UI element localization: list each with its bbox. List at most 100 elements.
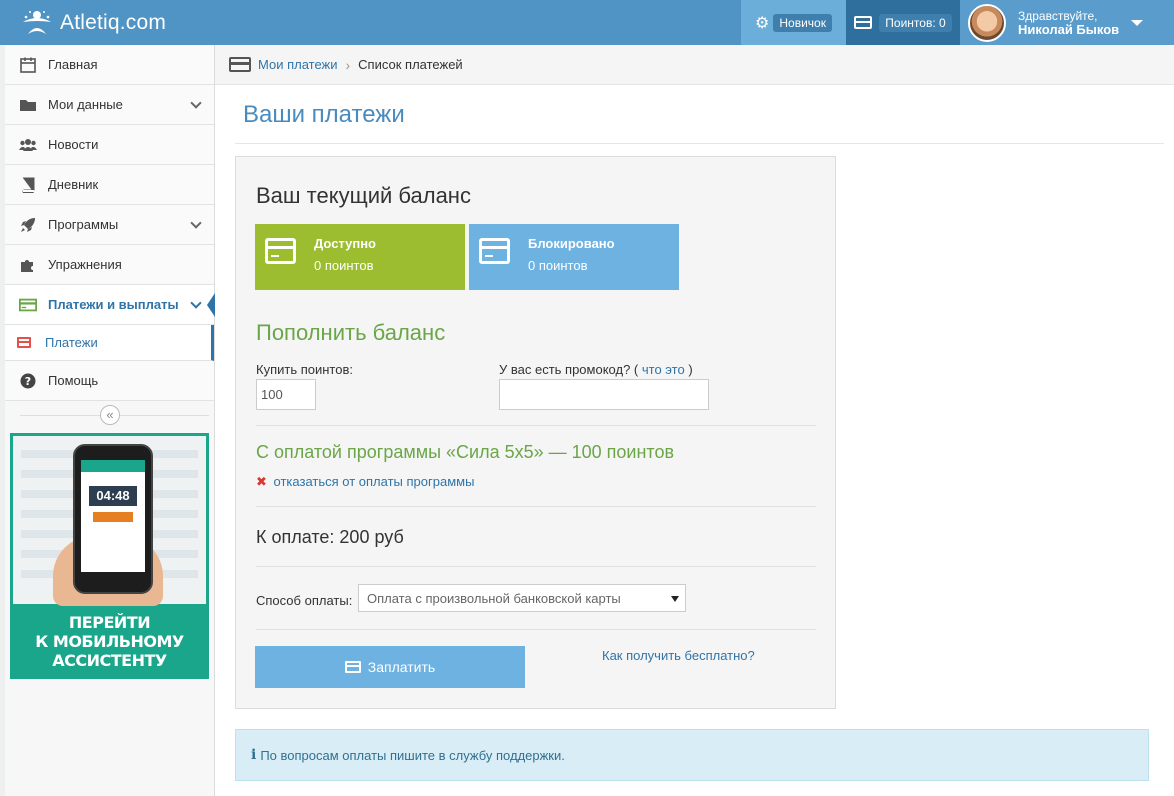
svg-text:?: ? <box>25 375 31 388</box>
divider <box>256 506 816 507</box>
sidebar-item-label: Главная <box>48 57 98 72</box>
sidebar-item-payments[interactable]: Платежи и выплаты <box>5 285 215 325</box>
page-title: Ваши платежи <box>243 101 405 128</box>
sidebar-item-label: Помощь <box>48 373 99 388</box>
payment-method-value: Оплата с произвольной банковской карты <box>367 590 621 606</box>
blocked-label: Блокировано <box>528 236 615 251</box>
sidebar-item-label: Платежи и выплаты <box>48 297 179 312</box>
logo-icon <box>23 11 51 34</box>
sidebar-item-exercises[interactable]: Упражнения <box>5 245 214 285</box>
banner-screenshot: 04:48 <box>13 436 206 606</box>
sidebar-item-help[interactable]: ? Помощь <box>5 361 214 401</box>
sidebar-item-programs[interactable]: Программы <box>5 205 214 245</box>
site-logo[interactable]: Atletiq.com <box>20 7 166 39</box>
credit-card-icon <box>344 661 361 673</box>
divider <box>256 425 816 426</box>
user-greeting: Здравствуйте, Николай Быков <box>1018 9 1119 37</box>
user-menu[interactable]: Здравствуйте, Николай Быков <box>960 0 1174 45</box>
chevron-down-icon <box>190 297 202 309</box>
buy-points-input[interactable] <box>256 379 316 410</box>
blocked-balance-tile: Блокировано 0 поинтов <box>469 224 679 290</box>
program-payment-text: С оплатой программы «Сила 5х5» — 100 пои… <box>256 442 675 462</box>
blocked-value: 0 поинтов <box>528 258 588 273</box>
breadcrumb-current: Список платежей <box>358 57 463 72</box>
book-icon <box>19 177 37 193</box>
payment-method-select[interactable]: Оплата с произвольной банковской карты <box>358 584 686 612</box>
sidebar: Главная Мои данные Новости Дневник Прогр… <box>5 45 215 796</box>
breadcrumb-parent-link[interactable]: Мои платежи <box>258 57 338 72</box>
support-info-alert: i По вопросам оплаты пишите в службу под… <box>235 729 1149 781</box>
banner-line: К МОБИЛЬНОМУ <box>35 632 184 651</box>
sidebar-item-label: Упражнения <box>48 257 122 272</box>
promo-code-input[interactable] <box>499 379 709 410</box>
payment-panel: Ваш текущий баланс Доступно 0 поинтов Бл… <box>235 156 836 709</box>
question-icon: ? <box>19 373 37 389</box>
credit-card-icon <box>479 238 510 264</box>
get-free-link[interactable]: Как получить бесплатно? <box>602 648 755 663</box>
caret-down-icon <box>1131 19 1144 26</box>
credit-card-icon <box>19 297 37 313</box>
double-chevron-left-icon[interactable]: « <box>100 405 120 425</box>
available-value: 0 поинтов <box>314 258 374 273</box>
level-badge: Новичок <box>773 13 832 32</box>
banner-line: АССИСТЕНТУ <box>52 651 167 670</box>
chevron-down-icon <box>190 97 202 109</box>
site-name: Atletiq.com <box>60 11 167 34</box>
promo-label: У вас есть промокод? ( что это ) <box>499 362 693 377</box>
cancel-link-text: отказаться от оплаты программы <box>273 474 475 489</box>
credit-card-icon <box>265 238 296 264</box>
calendar-icon <box>19 57 37 73</box>
divider <box>256 566 816 567</box>
available-label: Доступно <box>314 236 376 251</box>
user-name: Николай Быков <box>1018 21 1120 37</box>
top-bar: Atletiq.com ⚙ Новичок Поинтов: 0 Здравст… <box>0 0 1174 45</box>
main-content: Мои платежи › Список платежей Ваши плате… <box>215 45 1174 796</box>
promo-label-close: ) <box>688 362 693 377</box>
breadcrumb: Мои платежи › Список платежей <box>215 45 1174 85</box>
sidebar-item-label: Программы <box>48 217 119 232</box>
chevron-down-icon <box>190 217 202 229</box>
refill-title: Пополнить баланс <box>256 320 446 345</box>
divider <box>256 629 816 630</box>
points-button[interactable]: Поинтов: 0 <box>846 0 960 45</box>
credit-card-icon <box>17 337 31 348</box>
sidebar-subitem-payments[interactable]: Платежи <box>5 325 214 361</box>
divider <box>235 143 1164 144</box>
payment-method-label: Способ оплаты: <box>256 593 353 608</box>
points-badge: Поинтов: 0 <box>879 13 952 32</box>
credit-card-icon <box>229 57 251 72</box>
sidebar-item-label: Мои данные <box>48 97 123 112</box>
mobile-assistant-banner[interactable]: 04:48 ПЕРЕЙТИ К МОБИЛЬНОМУ АССИСТЕНТУ <box>10 433 209 679</box>
sidebar-item-diary[interactable]: Дневник <box>5 165 214 205</box>
balance-title: Ваш текущий баланс <box>256 183 471 208</box>
sidebar-item-label: Новости <box>48 137 99 152</box>
sidebar-item-my-data[interactable]: Мои данные <box>5 85 214 125</box>
promo-help-link[interactable]: что это <box>642 362 685 377</box>
phone-timer: 04:48 <box>89 486 137 506</box>
phone-image: 04:48 <box>73 444 153 594</box>
available-balance-tile: Доступно 0 поинтов <box>255 224 465 290</box>
cancel-program-payment-link[interactable]: ✖ отказаться от оплаты программы <box>256 474 474 490</box>
pay-button-label: Заплатить <box>367 659 436 675</box>
sidebar-item-label: Дневник <box>48 177 99 192</box>
greeting-text: Здравствуйте, <box>1018 8 1098 23</box>
sidebar-collapse-row: « <box>5 401 214 429</box>
credit-card-icon <box>854 16 873 29</box>
sidebar-subitem-label: Платежи <box>45 335 98 350</box>
banner-cta: ПЕРЕЙТИ К МОБИЛЬНОМУ АССИСТЕНТУ <box>10 613 209 670</box>
puzzle-icon <box>19 257 37 273</box>
promo-label-text: У вас есть промокод? ( <box>499 362 639 377</box>
sidebar-item-news[interactable]: Новости <box>5 125 214 165</box>
info-icon: i <box>251 747 257 763</box>
rocket-icon <box>19 217 37 233</box>
level-button[interactable]: ⚙ Новичок <box>741 0 846 45</box>
total-amount: К оплате: 200 руб <box>256 527 404 547</box>
gears-icon: ⚙ <box>755 14 770 32</box>
support-info-text: По вопросам оплаты пишите в службу подде… <box>260 747 565 763</box>
pay-button[interactable]: Заплатить <box>255 646 525 688</box>
buy-points-label: Купить поинтов: <box>256 362 353 377</box>
sidebar-item-home[interactable]: Главная <box>5 45 214 85</box>
chevron-right-icon: › <box>345 56 351 73</box>
close-icon: ✖ <box>256 474 267 489</box>
caret-down-icon <box>671 596 679 602</box>
